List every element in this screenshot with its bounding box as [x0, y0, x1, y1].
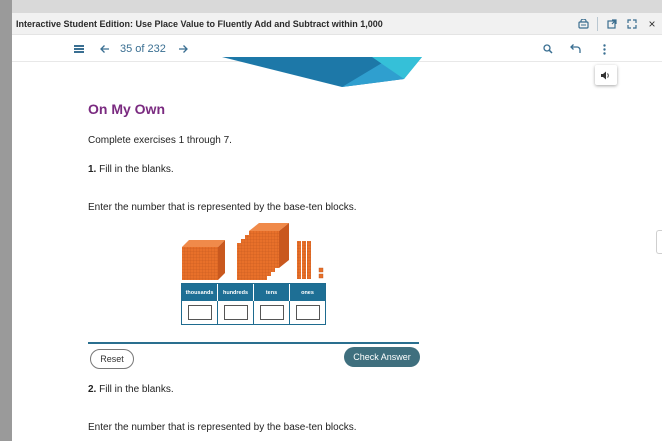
search-icon[interactable] [543, 36, 553, 62]
side-panel-tab[interactable] [656, 230, 662, 254]
ten-rods [297, 241, 311, 279]
exercise-1-prompt: 1. Fill in the blanks. [88, 164, 174, 175]
banner-illustration [222, 57, 422, 87]
header-tens: tens [254, 284, 290, 301]
one-cubes [318, 267, 324, 279]
title-bar-controls: × [573, 13, 662, 35]
place-value-input-row [182, 301, 325, 324]
exercise-2-question: Enter the number that is represented by … [88, 422, 357, 433]
cell-tens [254, 301, 290, 324]
thousand-cube [182, 240, 225, 280]
close-icon[interactable]: × [642, 13, 662, 35]
section-heading: On My Own [88, 101, 165, 117]
exercise-2-prompt: 2. Fill in the blanks. [88, 384, 174, 395]
expand-icon[interactable] [622, 13, 642, 35]
ones-input[interactable] [295, 305, 320, 320]
back-arrow-icon[interactable] [100, 36, 110, 62]
exercise-2-number: 2. [88, 384, 97, 395]
cell-hundreds [218, 301, 254, 324]
cell-thousands [182, 301, 218, 324]
title-bar: Interactive Student Edition: Use Place V… [12, 13, 662, 35]
exercise-1-prompt-text: Fill in the blanks. [99, 164, 174, 175]
page-content: On My Own Complete exercises 1 through 7… [12, 57, 662, 441]
instructions-text: Complete exercises 1 through 7. [88, 135, 232, 146]
header-ones: ones [301, 289, 314, 296]
undo-icon[interactable] [569, 36, 581, 62]
window-frame-left [0, 0, 12, 441]
lock-icon[interactable] [573, 13, 593, 35]
reset-button[interactable]: Reset [90, 349, 134, 369]
forward-arrow-icon[interactable] [178, 36, 188, 62]
exercise-divider [88, 342, 419, 344]
window-frame-top [0, 0, 662, 13]
place-value-header-row: thousands hundreds tens ones [182, 284, 325, 301]
page-counter: 35 of 232 [120, 43, 166, 55]
speaker-icon [601, 71, 609, 79]
header-thousands: thousands [182, 284, 218, 301]
thousands-input[interactable] [187, 305, 212, 320]
title-bar-separator [597, 17, 598, 31]
more-icon[interactable] [603, 36, 606, 62]
open-external-icon[interactable] [602, 13, 622, 35]
header-hundreds: hundreds [218, 284, 254, 301]
cell-ones [290, 301, 325, 324]
place-value-table: thousands hundreds tens ones [181, 283, 326, 325]
hundreds-input[interactable] [223, 305, 248, 320]
audio-speaker-button[interactable] [595, 65, 617, 85]
tens-input[interactable] [259, 305, 284, 320]
exercise-2-prompt-text: Fill in the blanks. [99, 384, 174, 395]
exercise-1-question: Enter the number that is represented by … [88, 202, 357, 213]
menu-icon[interactable] [74, 36, 84, 62]
hundred-flats [237, 223, 289, 280]
window-title: Interactive Student Edition: Use Place V… [16, 18, 383, 29]
check-answer-button[interactable]: Check Answer [344, 347, 420, 367]
exercise-1-number: 1. [88, 164, 97, 175]
